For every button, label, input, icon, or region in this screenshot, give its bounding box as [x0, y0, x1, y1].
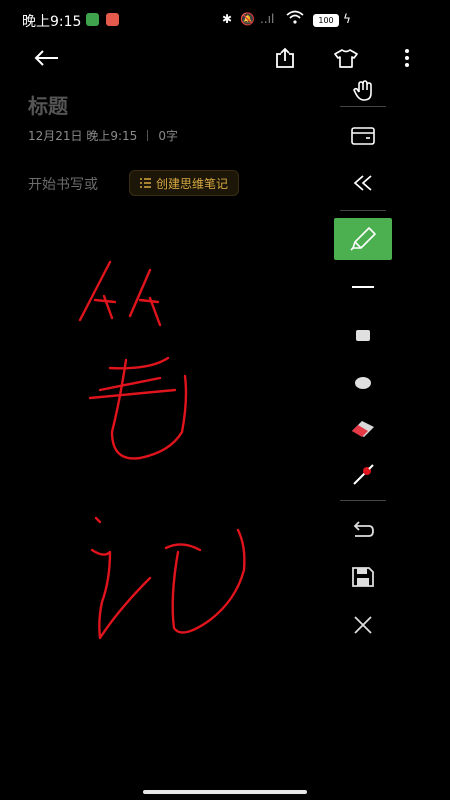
line-width-thin-button[interactable] — [334, 266, 392, 308]
share-icon — [276, 47, 294, 68]
save-button[interactable] — [334, 556, 392, 598]
status-time: 晚上9:15 — [22, 14, 82, 30]
undo-icon — [353, 521, 374, 537]
stroke — [110, 358, 188, 460]
stroke — [78, 260, 112, 322]
line-width-large-button[interactable] — [334, 362, 392, 404]
keyboard-toggle-button[interactable] — [334, 115, 392, 157]
wifi-icon — [286, 10, 304, 24]
note-title-input[interactable]: 标题 — [28, 90, 68, 119]
drawing-tool-panel — [334, 70, 392, 660]
collapse-panel-button[interactable] — [334, 162, 392, 204]
share-button[interactable] — [267, 40, 303, 76]
close-tool-button[interactable] — [334, 604, 392, 646]
status-bar: 晚上9:15 ✱ 🔕 ..ıl 100 ϟ — [0, 0, 450, 40]
eraser-icon — [352, 421, 374, 437]
pen-icon — [350, 227, 376, 251]
charging-icon: ϟ — [343, 12, 351, 26]
tshirt-icon — [334, 49, 358, 68]
stroke — [90, 548, 152, 640]
mind-map-label: 创建思维笔记 — [156, 176, 229, 191]
stroke — [98, 376, 162, 392]
battery-indicator: 100 — [313, 14, 339, 27]
list-icon — [140, 178, 151, 188]
back-button[interactable] — [28, 40, 64, 76]
signal-icon: ..ıl — [260, 12, 275, 26]
keyboard-icon — [351, 127, 375, 145]
note-body-placeholder[interactable]: 开始书写或 — [28, 174, 98, 194]
line-width-medium-button[interactable] — [334, 314, 392, 356]
bluetooth-icon: ✱ — [222, 12, 233, 26]
pen-tool-button[interactable] — [334, 218, 392, 260]
panel-divider — [340, 500, 386, 501]
word-count: 0字 — [158, 129, 178, 143]
panel-divider — [340, 210, 386, 211]
line-width-medium-icon — [356, 329, 370, 341]
eraser-tool-button[interactable] — [334, 408, 392, 450]
color-picker-button[interactable] — [334, 454, 392, 496]
stroke — [102, 294, 114, 320]
handwritten-strokes — [78, 260, 246, 640]
stroke — [88, 388, 177, 400]
notification-app-icon — [106, 13, 119, 26]
close-icon — [354, 616, 372, 634]
notification-wechat-icon — [86, 13, 99, 26]
stroke — [108, 356, 170, 370]
stroke — [164, 543, 202, 552]
arrow-left-icon — [34, 50, 58, 66]
home-indicator[interactable] — [143, 790, 307, 794]
mute-bell-icon: 🔕 — [240, 12, 255, 26]
stroke — [138, 298, 160, 304]
undo-button[interactable] — [334, 508, 392, 550]
note-meta: 12月21日 晚上9:15 0字 — [28, 127, 178, 144]
stroke — [94, 516, 102, 524]
more-vertical-icon — [405, 49, 409, 67]
line-width-thin-icon — [352, 286, 374, 288]
create-mind-note-button[interactable]: 创建思维笔记 — [129, 170, 240, 196]
line-width-large-icon — [355, 377, 371, 389]
panel-divider — [340, 106, 386, 107]
stroke — [128, 268, 152, 318]
save-icon — [352, 567, 374, 587]
hand-icon — [353, 80, 372, 101]
color-picker-icon — [353, 464, 374, 485]
more-button[interactable] — [389, 40, 425, 76]
meta-divider — [147, 130, 149, 141]
note-date: 12月21日 晚上9:15 — [28, 129, 138, 143]
collapse-icon — [353, 175, 372, 191]
handwriting-canvas[interactable] — [0, 200, 330, 680]
